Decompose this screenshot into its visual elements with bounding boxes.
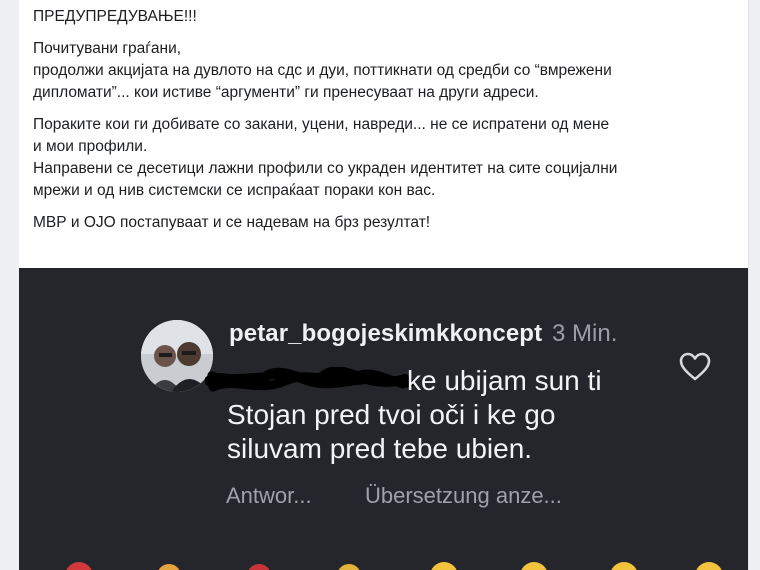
post-line: дипломати”... кои истиве “аргументи” ги … [33,84,539,101]
post-line: МВР и ОЈО постапуваат и се надевам на бр… [33,214,431,231]
post-line: ПРЕДУПРЕДУВАЊЕ!!! [33,8,197,25]
post-line: Почитувани граѓани, [33,40,182,57]
translate-link[interactable]: Übersetzung anze... [365,483,562,509]
embedded-comment-screenshot[interactable]: petar_bogojeskimkkoncept 3 Min. ke ubija… [19,268,748,570]
heart-icon[interactable] [679,352,711,382]
post-paragraph: МВР и ОЈО постапуваат и се надевам на бр… [33,212,733,234]
comment-line: siluvam pred tebe ubien. [227,433,533,464]
post-line: Пораките кои ги добивате со закани, уцен… [33,116,610,133]
post-line: продолжи акцијата на дувлото на сдс и ду… [33,62,612,79]
comment-username[interactable]: petar_bogojeskimkkoncept [229,320,542,348]
comment-time: 3 Min. [552,320,618,347]
post-paragraph: Пораките кои ги добивате со закани, уцен… [33,114,733,202]
avatar[interactable] [141,320,213,392]
comment-line: Stojan pred tvoi oči i ke go [227,399,556,430]
post-line: и мои профили. [33,138,148,155]
post-line: мрежи и од нив системски се испраќаат по… [33,182,436,199]
post-paragraph: Почитувани граѓани, продолжи акцијата на… [33,38,733,104]
post-body: ПРЕДУПРЕДУВАЊЕ!!! Почитувани граѓани, пр… [33,6,733,244]
reaction-emoji-row [66,562,722,570]
post-line: Направени се десетици лажни профили со у… [33,160,618,177]
comment-line: ke ubijam sun ti [407,365,602,396]
comment-text: ke ubijam sun ti Stojan pred tvoi oči i … [227,364,687,466]
facebook-post: ПРЕДУПРЕДУВАЊЕ!!! Почитувани граѓани, пр… [19,0,749,570]
reply-link[interactable]: Antwor... [226,483,312,509]
post-paragraph: ПРЕДУПРЕДУВАЊЕ!!! [33,6,733,28]
